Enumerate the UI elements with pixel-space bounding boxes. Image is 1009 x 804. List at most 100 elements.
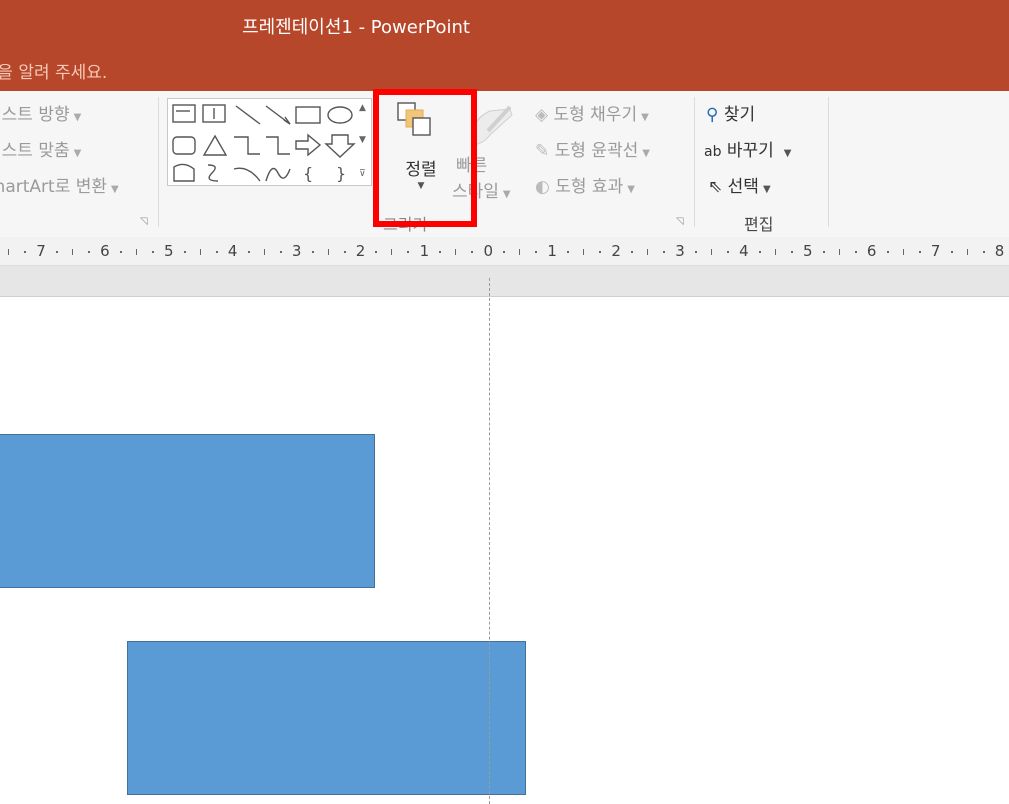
more-icon[interactable]: ⊽ [359,169,366,179]
find-label: 찾기 [723,105,756,125]
cursor-icon: ⇖ [708,177,723,197]
ruler-tick [694,251,697,253]
alignment-guide [489,278,490,804]
convert-smartart-button[interactable]: SmartArt로 변환▼ [0,172,119,197]
shapes-gallery[interactable]: { } [167,98,359,186]
rounded-rectangle-icon [172,136,196,155]
chevron-down-icon: ▼ [73,112,82,123]
chevron-down-icon: ▼ [502,189,511,200]
ruler-tick [311,251,314,253]
ruler-tick [279,251,282,253]
replace-label: 바꾸기 [726,141,774,161]
ruler-label: 2 [611,242,621,260]
ruler-tick [886,251,889,253]
highlight-box [373,89,477,227]
ruler-tick [774,249,776,255]
ruler-tick [247,251,250,253]
ruler-label: 5 [803,242,813,260]
ruler-tick [199,249,201,255]
ruler-label: 0 [483,242,494,260]
ruler-tick [375,251,378,253]
ruler-label: 7 [930,242,941,260]
right-brace-icon: } [336,164,346,183]
paint-bucket-icon: ◈ [535,105,549,125]
ruler-label: 4 [227,242,238,260]
title-bar: 프레젠테이션1 - PowerPoint 작업을 알려 주세요. [0,0,1009,91]
shape-effects-label: 도형 효과 [555,177,624,197]
align-text-label: 텍스트 맞춤 [0,141,70,161]
text-direction-button[interactable]: 텍스트 방향▼ [0,100,81,125]
horizontal-ruler[interactable]: 7 6 5 4 3 2 1 0 1 2 3 4 5 6 7 8 [0,237,1009,266]
ruler-tick [24,251,27,253]
tell-me-search[interactable]: 작업을 알려 주세요. [0,58,107,83]
line-shape-icon [235,105,261,125]
ruler-tick [982,251,985,253]
scroll-down-icon[interactable]: ▼ [359,135,366,145]
ruler-tick [71,249,73,255]
ruler-tick [455,249,457,255]
ruler-tick [902,249,904,255]
triangle-icon [202,134,228,156]
ruler-tick [758,251,761,253]
align-text-button[interactable]: 텍스트 맞춤▼ [0,136,81,161]
ruler-tick [327,249,329,255]
text-direction-label: 텍스트 방향 [0,105,70,125]
chevron-down-icon: ▼ [111,184,119,195]
ruler-label: 4 [739,242,749,260]
replace-icon: ab [704,144,722,160]
ruler-tick [966,249,968,255]
scroll-up-icon[interactable]: ▲ [359,103,366,113]
text-box-icon [172,104,196,123]
ruler-label: 8 [994,242,1005,260]
scribble-icon [207,164,219,182]
chevron-down-icon: ▼ [783,148,792,159]
dialog-launcher-icon[interactable]: ◹ [676,216,684,227]
ruler-tick [583,249,585,255]
left-brace-icon: { [303,164,313,183]
shape-effects-icon: ◐ [535,177,550,197]
chevron-down-icon: ▼ [73,148,82,159]
elbow-arrow-connector-icon [266,136,290,155]
freeform-icon [173,163,195,182]
ruler-label: 1 [419,242,430,260]
ruler-tick [710,249,712,255]
window-title: 프레젠테이션1 - PowerPoint [242,17,470,38]
ruler-label: 5 [164,242,174,260]
search-icon: ⚲ [706,105,719,125]
ruler-tick [119,251,122,253]
shape-fill-label: 도형 채우기 [553,105,638,125]
ruler-tick [631,251,634,253]
ruler-tick [8,249,10,255]
ruler-tick [215,251,218,253]
editing-group-label: 편집 [744,215,774,234]
replace-button[interactable]: ab 바꾸기 ▼ [704,136,792,161]
ruler-tick [663,251,666,253]
rectangle-shape[interactable] [127,641,526,795]
find-button[interactable]: ⚲ 찾기 [706,100,755,125]
ruler-tick [726,251,729,253]
ruler-tick [263,249,265,255]
select-button[interactable]: ⇖ 선택 ▼ [708,172,771,197]
shape-outline-button[interactable]: ✎ 도형 윤곽선 ▼ [535,136,650,161]
shape-fill-button[interactable]: ◈ 도형 채우기 ▼ [535,100,649,125]
smartart-label: SmartArt로 변환 [0,177,108,197]
ruler-tick [135,249,137,255]
shapes-gallery-icons[interactable]: { } [168,99,358,185]
ruler-tick [471,251,474,253]
shape-effects-button[interactable]: ◐ 도형 효과 ▼ [535,172,635,197]
ruler-tick [822,251,825,253]
ruler-label: 7 [36,242,46,260]
slide-pane-background [0,266,1009,297]
ruler-tick [503,251,506,253]
ruler-tick [55,251,58,253]
ruler-tick [519,249,521,255]
group-separator [158,97,159,227]
rectangle-shape[interactable] [0,434,375,588]
ruler-label: 3 [675,242,685,260]
elbow-connector-icon [234,136,260,155]
ruler-tick [343,251,346,253]
group-separator [694,97,695,227]
shapes-gallery-scroll[interactable]: ▲ ▼ ⊽ [357,98,372,186]
dialog-launcher-icon[interactable]: ◹ [140,216,148,227]
ruler-tick [599,251,602,253]
